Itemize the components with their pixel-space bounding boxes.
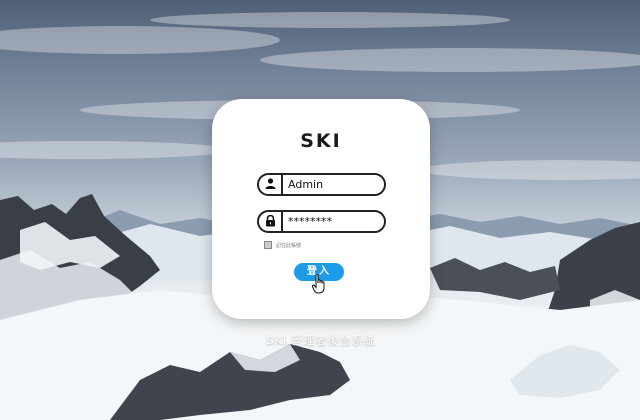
remember-label: 記住此帳號 xyxy=(276,242,302,249)
system-subtitle: SKI.管理者後台系統 xyxy=(266,334,376,347)
username-field[interactable] xyxy=(257,173,386,196)
brand-title: SKI xyxy=(300,130,342,152)
password-input[interactable] xyxy=(288,213,378,230)
login-card: SKI 記住此帳號 登入 xyxy=(212,99,430,319)
lock-icon xyxy=(259,212,283,231)
hand-pointer-icon xyxy=(311,273,326,298)
user-icon xyxy=(259,175,283,194)
login-screen: SKI 記住此帳號 登入 xyxy=(0,0,640,420)
password-field[interactable] xyxy=(257,210,386,233)
remember-me[interactable]: 記住此帳號 xyxy=(264,240,301,250)
username-input[interactable] xyxy=(288,176,378,193)
remember-checkbox[interactable] xyxy=(264,241,272,249)
